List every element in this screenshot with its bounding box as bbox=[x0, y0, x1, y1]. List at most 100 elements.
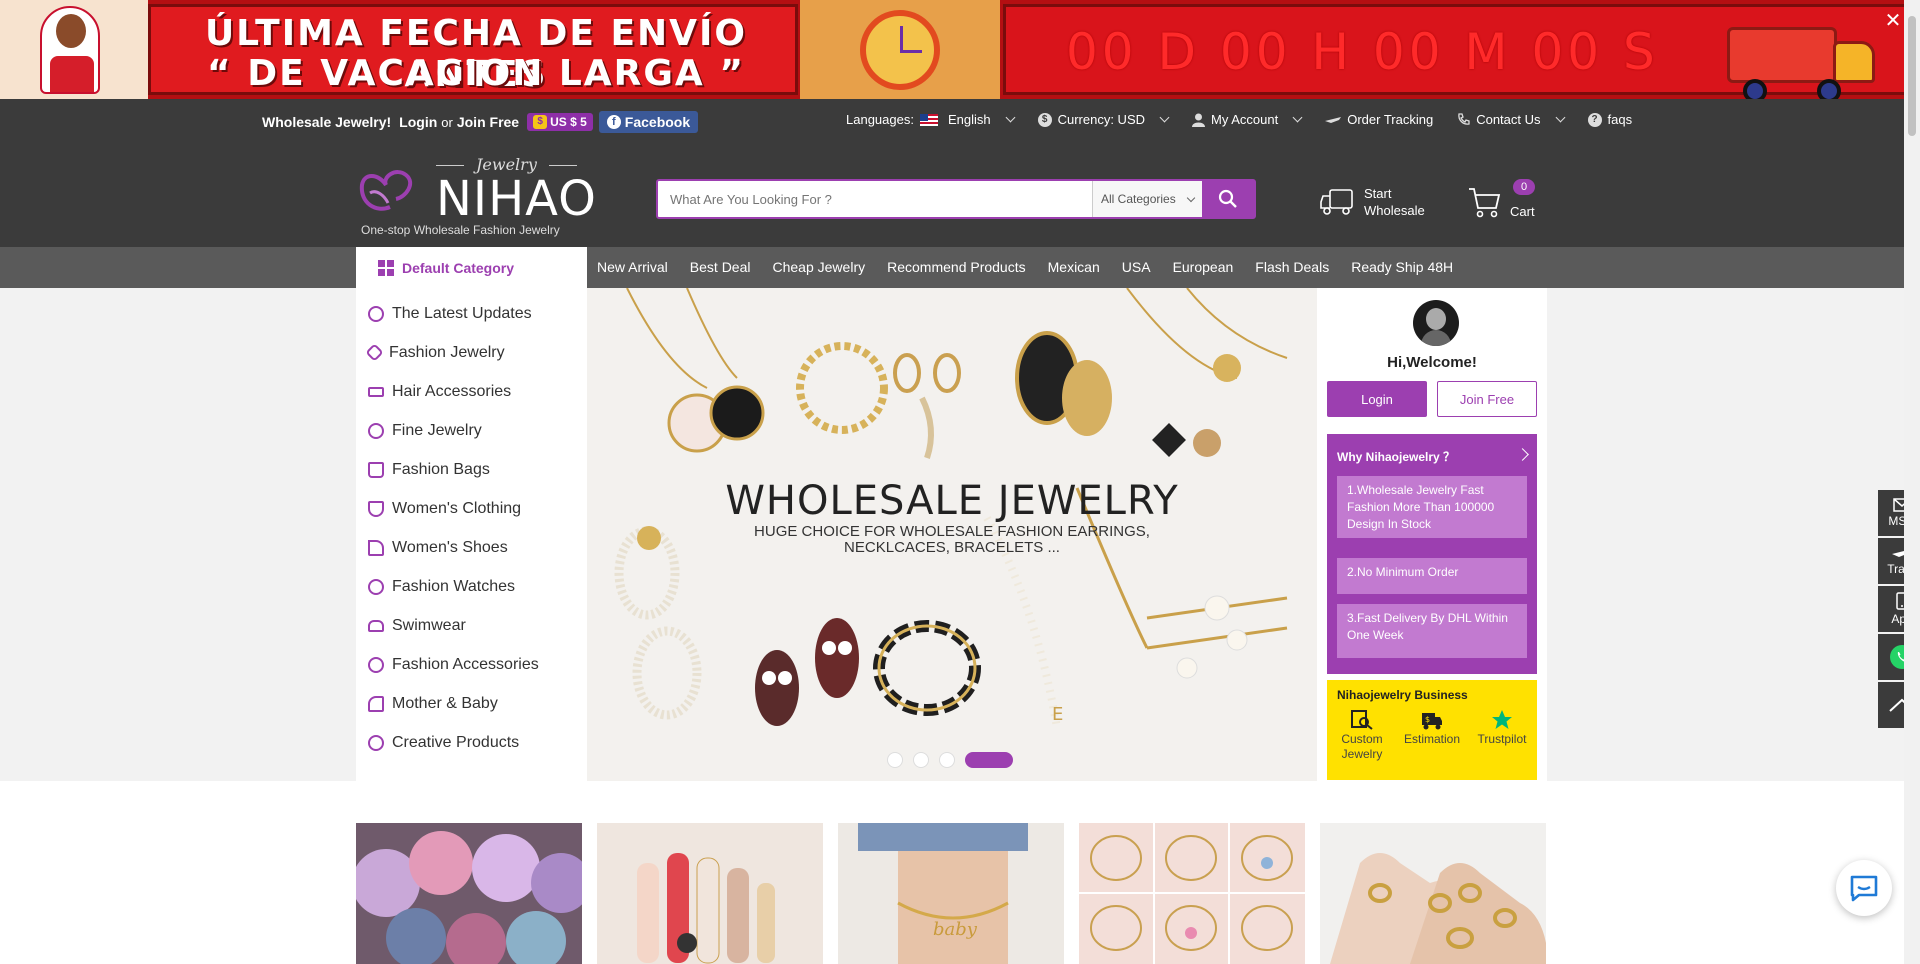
search-button[interactable] bbox=[1202, 181, 1254, 217]
chevron-down-icon bbox=[1292, 112, 1303, 123]
swimsuit-icon bbox=[368, 619, 384, 632]
custom-jewelry-link[interactable]: Custom Jewelry bbox=[1332, 710, 1392, 762]
faqs-link[interactable]: ? faqs bbox=[1587, 112, 1632, 127]
hero-title: WHOLESALE JEWELRY bbox=[725, 478, 1179, 524]
bag-icon bbox=[368, 461, 384, 478]
join-free-button[interactable]: Join Free bbox=[1437, 381, 1537, 417]
category-mother-baby[interactable]: Mother & Baby bbox=[356, 684, 587, 723]
svg-text:baby: baby bbox=[933, 919, 978, 940]
category-fine-jewelry[interactable]: Fine Jewelry bbox=[356, 411, 587, 450]
category-fashion-bags[interactable]: Fashion Bags bbox=[356, 450, 587, 489]
nav-best-deal[interactable]: Best Deal bbox=[690, 259, 751, 275]
nav-flash-deals[interactable]: Flash Deals bbox=[1255, 259, 1329, 275]
or-text: or bbox=[441, 114, 453, 130]
chevron-right-icon[interactable] bbox=[1516, 448, 1529, 461]
topbar-left: Wholesale Jewelry! Login or Join Free $ … bbox=[262, 111, 699, 133]
nav-european[interactable]: European bbox=[1173, 259, 1234, 275]
carousel-dot-1[interactable] bbox=[887, 752, 903, 768]
nav-new-arrival[interactable]: New Arrival bbox=[597, 259, 668, 275]
category-hair-accessories[interactable]: Hair Accessories bbox=[356, 372, 587, 411]
featured-tile-scrunchies[interactable] bbox=[356, 823, 582, 964]
category-label: Fine Jewelry bbox=[392, 421, 482, 439]
featured-tile-bracelets[interactable] bbox=[1079, 823, 1305, 964]
phone-icon bbox=[1458, 113, 1470, 125]
nav-usa[interactable]: USA bbox=[1122, 259, 1151, 275]
hero-subtitle-line-2: NECKLCACES, BRACELETS ... bbox=[844, 539, 1060, 556]
hero-carousel[interactable]: E WHOLESALE JEWELRY HUGE CHOICE FOR WHOL… bbox=[587, 288, 1317, 781]
topbar-login-link[interactable]: Login bbox=[399, 114, 437, 130]
category-womens-clothing[interactable]: Women's Clothing bbox=[356, 489, 587, 528]
carousel-dots bbox=[887, 752, 1013, 768]
nav-ready-ship-48h[interactable]: Ready Ship 48H bbox=[1351, 259, 1453, 275]
carousel-dot-2[interactable] bbox=[913, 752, 929, 768]
currency-selector[interactable]: $ Currency: USD bbox=[1037, 112, 1170, 127]
category-fashion-accessories[interactable]: Fashion Accessories bbox=[356, 645, 587, 684]
facebook-button[interactable]: f Facebook bbox=[598, 111, 699, 133]
carousel-dot-4[interactable] bbox=[965, 752, 1013, 768]
language-value: English bbox=[947, 112, 991, 127]
search-bar: All Categories bbox=[656, 179, 1256, 219]
start-wholesale-link[interactable]: Start Wholesale bbox=[1320, 185, 1425, 219]
promo-banner[interactable]: ÚLTIMA FECHA DE ENVÍO ANTES “ DE VACACIO… bbox=[0, 0, 1920, 99]
nav-recommend-products[interactable]: Recommend Products bbox=[887, 259, 1026, 275]
grid-icon bbox=[378, 259, 394, 276]
category-swimwear[interactable]: Swimwear bbox=[356, 606, 587, 645]
category-label: Fashion Jewelry bbox=[389, 343, 505, 361]
carousel-dot-3[interactable] bbox=[939, 752, 955, 768]
search-category-select[interactable]: All Categories bbox=[1092, 181, 1202, 217]
category-creative-products[interactable]: Creative Products bbox=[356, 723, 587, 762]
language-selector[interactable]: Languages: English bbox=[846, 112, 1016, 127]
why-point-1: 1.Wholesale Jewelry Fast Fashion More Th… bbox=[1337, 476, 1527, 538]
coupon-amount: US $ 5 bbox=[550, 115, 587, 129]
why-point-3: 3.Fast Delivery By DHL Within One Week bbox=[1337, 604, 1527, 658]
trustpilot-link[interactable]: Trustpilot bbox=[1472, 710, 1532, 762]
default-category-button[interactable]: Default Category bbox=[356, 247, 587, 288]
business-title: Nihaojewelry Business bbox=[1337, 688, 1468, 702]
my-account-menu[interactable]: My Account bbox=[1192, 112, 1303, 127]
why-nihao-box[interactable]: Why Nihaojewelry ？ 1.Wholesale Jewelry F… bbox=[1327, 434, 1537, 674]
dollar-icon: $ bbox=[1037, 112, 1052, 127]
page-scrollbar[interactable] bbox=[1904, 0, 1920, 964]
topbar-right: Languages: English $ Currency: USD My Ac… bbox=[846, 112, 1656, 127]
close-promo-button[interactable]: ✕ bbox=[1882, 10, 1904, 32]
welcome-greeting: Hi,Welcome! bbox=[1387, 354, 1477, 371]
top-bar: Wholesale Jewelry! Login or Join Free $ … bbox=[0, 99, 1904, 143]
featured-tile-hair-clips[interactable] bbox=[597, 823, 823, 964]
category-fashion-watches[interactable]: Fashion Watches bbox=[356, 567, 587, 606]
category-label: Women's Shoes bbox=[392, 538, 508, 556]
coupon-badge[interactable]: $ US $ 5 bbox=[527, 113, 593, 131]
scrollbar-thumb[interactable] bbox=[1908, 16, 1916, 136]
wholesale-label: Wholesale Jewelry! bbox=[262, 114, 392, 130]
nav-links: New Arrival Best Deal Cheap Jewelry Reco… bbox=[597, 259, 1453, 275]
category-fashion-jewelry[interactable]: Fashion Jewelry bbox=[356, 333, 587, 372]
promo-line-2: “ DE VACACION LARGA ” bbox=[207, 53, 745, 94]
why-title: Why Nihaojewelry ？ bbox=[1337, 450, 1456, 464]
bracelets-image bbox=[1079, 823, 1305, 964]
accessory-icon bbox=[368, 656, 384, 673]
business-box: Nihaojewelry Business Custom Jewelry $ E… bbox=[1327, 680, 1537, 780]
custom-jewelry-label: Custom Jewelry bbox=[1341, 732, 1383, 761]
search-input[interactable] bbox=[658, 181, 1092, 217]
category-label: Swimwear bbox=[392, 616, 466, 634]
topbar-join-link[interactable]: Join Free bbox=[457, 114, 519, 130]
cart-link[interactable]: Cart 0 bbox=[1468, 179, 1535, 220]
order-tracking-link[interactable]: Order Tracking bbox=[1325, 112, 1433, 127]
logo-tagline: One-stop Wholesale Fashion Jewelry bbox=[361, 223, 560, 237]
category-latest-updates[interactable]: The Latest Updates bbox=[356, 294, 587, 333]
dress-icon bbox=[368, 500, 384, 517]
login-button[interactable]: Login bbox=[1327, 381, 1427, 417]
featured-tile-rings[interactable] bbox=[1320, 823, 1546, 964]
nav-mexican[interactable]: Mexican bbox=[1048, 259, 1100, 275]
featured-tile-anklets[interactable]: baby bbox=[838, 823, 1064, 964]
category-womens-shoes[interactable]: Women's Shoes bbox=[356, 528, 587, 567]
facebook-label: Facebook bbox=[624, 114, 691, 130]
live-chat-button[interactable] bbox=[1836, 860, 1892, 916]
diamond-icon bbox=[365, 343, 384, 362]
why-point-2: 2.No Minimum Order bbox=[1337, 558, 1527, 594]
contact-us-menu[interactable]: Contact Us bbox=[1457, 112, 1565, 127]
site-logo[interactable]: Jewelry NIHAO One-stop Wholesale Fashion… bbox=[356, 155, 596, 237]
chevron-down-icon bbox=[1186, 193, 1196, 202]
delivery-truck-icon bbox=[1320, 189, 1353, 215]
estimation-link[interactable]: $ Estimation bbox=[1402, 710, 1462, 762]
nav-cheap-jewelry[interactable]: Cheap Jewelry bbox=[773, 259, 866, 275]
